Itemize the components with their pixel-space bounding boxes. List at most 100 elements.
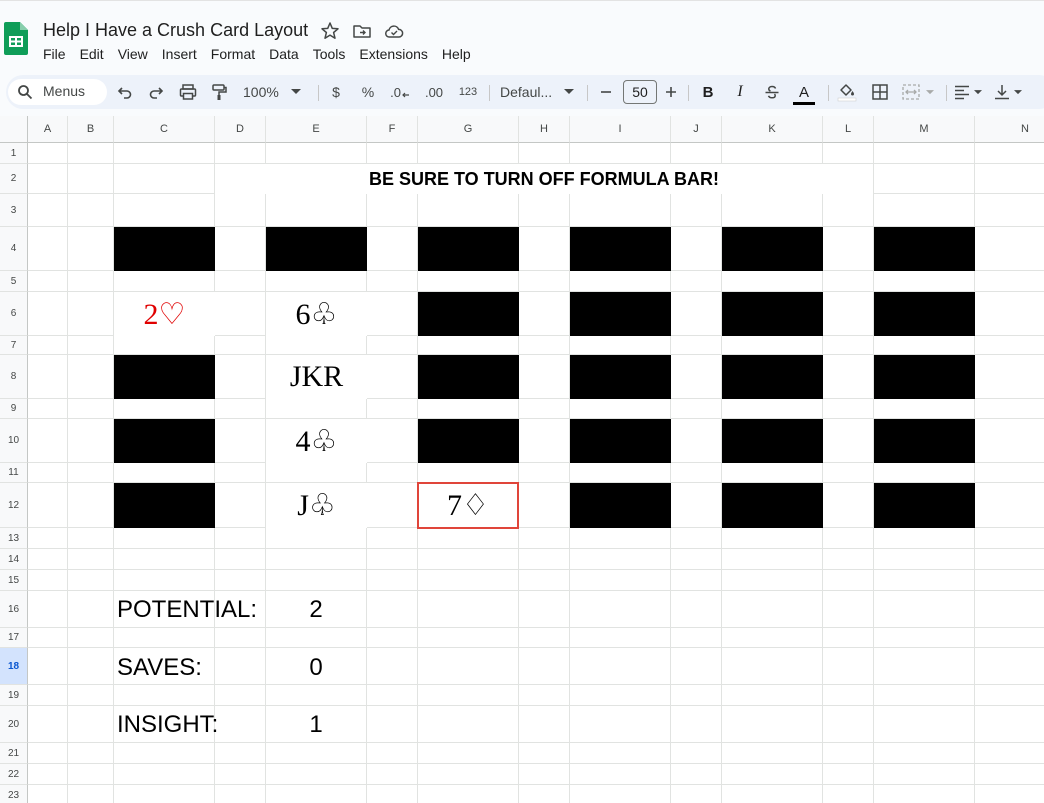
card-back-m6[interactable]	[874, 292, 975, 336]
row-header-8[interactable]: 8	[0, 355, 28, 399]
menu-format[interactable]: Format	[204, 45, 262, 63]
card-e6[interactable]: 6♧	[266, 292, 367, 336]
column-header-m[interactable]: M	[874, 116, 975, 143]
minus-icon[interactable]	[597, 82, 615, 102]
column-header-j[interactable]: J	[671, 116, 722, 143]
card-back-c8[interactable]	[114, 355, 215, 399]
column-header-k[interactable]: K	[722, 116, 823, 143]
row-header-9[interactable]: 9	[0, 399, 28, 419]
row-header-14[interactable]: 14	[0, 549, 28, 570]
row-header-17[interactable]: 17	[0, 628, 28, 648]
row-header-3[interactable]: 3	[0, 194, 28, 227]
row-header-20[interactable]: 20	[0, 706, 28, 743]
potential-label[interactable]: POTENTIAL:	[117, 596, 257, 624]
card-back-c12[interactable]	[114, 483, 215, 528]
bold-button[interactable]: B	[698, 82, 718, 102]
menu-extensions[interactable]: Extensions	[352, 45, 434, 63]
document-title[interactable]: Help I Have a Crush Card Layout	[43, 20, 308, 41]
row-header-1[interactable]: 1	[0, 143, 28, 164]
menu-insert[interactable]: Insert	[155, 45, 204, 63]
potential-value[interactable]: 2	[266, 596, 366, 624]
card-back-g4[interactable]	[418, 227, 519, 271]
row-header-22[interactable]: 22	[0, 764, 28, 785]
card-c6[interactable]: 2♡	[114, 292, 215, 336]
merge-cells-icon[interactable]	[902, 82, 940, 102]
menu-file[interactable]: File	[36, 45, 73, 63]
column-header-e[interactable]: E	[266, 116, 367, 143]
card-back-k10[interactable]	[722, 419, 823, 463]
fill-color-icon[interactable]	[836, 82, 858, 102]
select-all-corner[interactable]	[0, 116, 28, 143]
column-header-c[interactable]: C	[114, 116, 215, 143]
menu-view[interactable]: View	[111, 45, 155, 63]
column-header-i[interactable]: I	[570, 116, 671, 143]
column-header-a[interactable]: A	[28, 116, 68, 143]
card-back-g10[interactable]	[418, 419, 519, 463]
row-header-19[interactable]: 19	[0, 685, 28, 706]
card-back-i6[interactable]	[570, 292, 671, 336]
column-header-n[interactable]: N	[975, 116, 1044, 143]
menu-help[interactable]: Help	[435, 45, 478, 63]
card-back-m10[interactable]	[874, 419, 975, 463]
borders-icon[interactable]	[869, 82, 891, 102]
card-back-m12[interactable]	[874, 483, 975, 528]
plus-icon[interactable]	[662, 82, 680, 102]
format-currency-button[interactable]: $	[326, 82, 346, 102]
card-back-c4[interactable]	[114, 227, 215, 271]
strikethrough-icon[interactable]	[761, 82, 783, 102]
saves-label[interactable]: SAVES:	[117, 654, 202, 682]
card-e10[interactable]: 4♧	[266, 419, 367, 463]
decrease-decimal-button[interactable]: .0	[389, 82, 411, 102]
card-back-i10[interactable]	[570, 419, 671, 463]
saves-value[interactable]: 0	[266, 654, 366, 682]
card-back-m8[interactable]	[874, 355, 975, 399]
column-header-b[interactable]: B	[68, 116, 114, 143]
formula-bar-warning[interactable]: BE SURE TO TURN OFF FORMULA BAR!	[215, 164, 873, 194]
row-header-11[interactable]: 11	[0, 463, 28, 483]
row-header-6[interactable]: 6	[0, 292, 28, 336]
card-back-e4[interactable]	[266, 227, 367, 271]
star-icon[interactable]	[320, 21, 340, 41]
row-header-10[interactable]: 10	[0, 419, 28, 463]
card-back-c10[interactable]	[114, 419, 215, 463]
sheets-logo-icon[interactable]	[4, 22, 28, 55]
menu-data[interactable]: Data	[262, 45, 306, 63]
card-back-i8[interactable]	[570, 355, 671, 399]
card-back-g6[interactable]	[418, 292, 519, 336]
format-percent-button[interactable]: %	[358, 82, 378, 102]
more-formats-button[interactable]: 123	[455, 82, 481, 102]
menu-edit[interactable]: Edit	[73, 45, 111, 63]
row-header-4[interactable]: 4	[0, 227, 28, 271]
insight-label[interactable]: INSIGHT:	[117, 711, 218, 739]
card-e12[interactable]: J♧	[266, 483, 367, 528]
card-back-g8[interactable]	[418, 355, 519, 399]
italic-button[interactable]: I	[730, 82, 750, 102]
cloud-status-icon[interactable]	[384, 21, 404, 41]
row-header-5[interactable]: 5	[0, 271, 28, 292]
card-back-k8[interactable]	[722, 355, 823, 399]
row-header-13[interactable]: 13	[0, 528, 28, 549]
vertical-align-bottom-icon[interactable]	[994, 82, 1028, 102]
zoom-select[interactable]: 100%	[243, 82, 309, 102]
insight-value[interactable]: 1	[266, 711, 366, 739]
card-g12-selected[interactable]: 7♢	[417, 482, 519, 529]
move-to-folder-icon[interactable]	[352, 21, 372, 41]
card-back-i4[interactable]	[570, 227, 671, 271]
row-header-21[interactable]: 21	[0, 743, 28, 764]
row-header-12[interactable]: 12	[0, 483, 28, 528]
row-header-18[interactable]: 18	[0, 648, 28, 685]
column-header-g[interactable]: G	[418, 116, 519, 143]
card-e8[interactable]: JKR	[266, 355, 367, 399]
font-select[interactable]: Defaul...	[500, 82, 578, 102]
column-header-f[interactable]: F	[367, 116, 418, 143]
card-back-m4[interactable]	[874, 227, 975, 271]
paint-format-icon[interactable]	[208, 82, 230, 102]
column-header-l[interactable]: L	[823, 116, 874, 143]
text-color-button[interactable]: A	[792, 82, 816, 108]
print-icon[interactable]	[177, 82, 199, 102]
row-header-15[interactable]: 15	[0, 570, 28, 591]
menu-tools[interactable]: Tools	[306, 45, 353, 63]
font-size-input[interactable]: 50	[623, 80, 657, 104]
sheet-grid[interactable]: A B C D E F G H I J K L M N 1 2 3 4 5 6 …	[0, 116, 1044, 803]
column-header-h[interactable]: H	[519, 116, 570, 143]
